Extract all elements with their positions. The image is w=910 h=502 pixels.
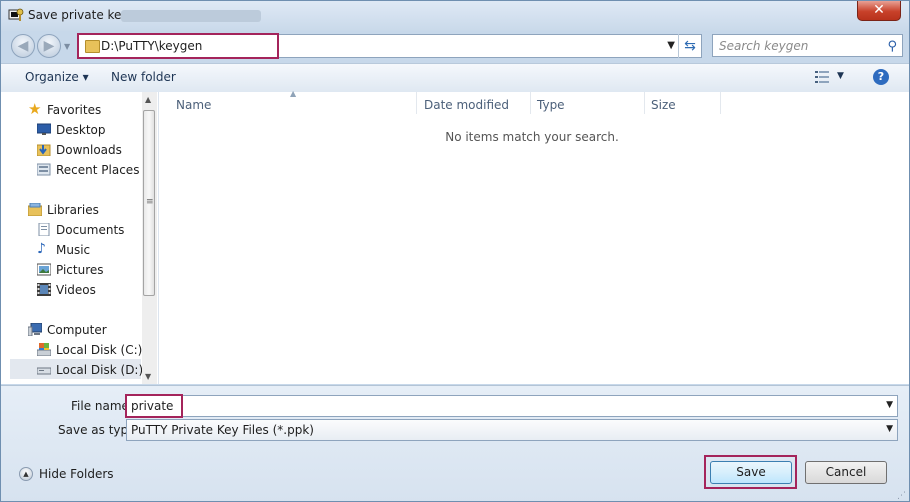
star-icon: ★: [28, 100, 42, 118]
address-path[interactable]: D:\PuTTY\keygen: [101, 39, 202, 53]
back-button[interactable]: ◀: [11, 34, 35, 58]
pictures-icon: [37, 263, 51, 276]
save-form: File name: private ▼ Save as type: PuTTY…: [1, 385, 909, 501]
column-header-date-modified[interactable]: Date modified: [424, 98, 509, 112]
save-dialog: Save private key as: ✕ ◀ ▶ ▼ D:\PuTTY\ke…: [0, 0, 910, 502]
help-icon[interactable]: ?: [873, 69, 889, 85]
scroll-down-icon[interactable]: ▼: [145, 372, 151, 381]
column-header-name[interactable]: Name: [176, 98, 211, 112]
scroll-up-icon[interactable]: ▲: [145, 95, 151, 104]
desktop-icon: [37, 123, 51, 135]
drive-c-icon: [37, 343, 51, 356]
file-list: ▲ Name Date modified Type Size No items …: [159, 89, 909, 384]
command-toolbar: Organize ▾ New folder ▼ ?: [1, 63, 909, 93]
downloads-icon: [37, 144, 51, 156]
file-name-value[interactable]: private: [131, 399, 173, 413]
recent-places-icon: [37, 163, 51, 176]
save-button[interactable]: Save: [710, 461, 792, 484]
arrow-right-icon: ▶: [43, 38, 55, 54]
file-name-dropdown-icon[interactable]: ▼: [886, 400, 893, 410]
documents-icon: [38, 223, 50, 236]
drive-d-icon: [37, 367, 51, 375]
organize-button[interactable]: Organize ▾: [25, 70, 89, 84]
search-input[interactable]: Search keygen ⚲: [712, 34, 903, 57]
file-name-label: File name:: [71, 399, 133, 413]
column-divider[interactable]: [720, 92, 721, 114]
grip-icon: ≡: [146, 197, 154, 207]
refresh-icon[interactable]: ⇆: [678, 34, 701, 58]
navigation-pane: ★ Favorites Desktop Downloads Recent Pla…: [1, 92, 159, 384]
save-as-type-value: PuTTY Private Key Files (*.ppk): [131, 423, 314, 437]
sort-ascending-icon: ▲: [290, 89, 297, 98]
recent-locations-dropdown[interactable]: ▼: [64, 42, 70, 51]
scroll-thumb[interactable]: ≡: [143, 110, 155, 296]
file-name-field[interactable]: private ▼: [125, 394, 898, 418]
column-header-size[interactable]: Size: [651, 98, 676, 112]
search-placeholder: Search keygen: [719, 39, 809, 53]
address-bar[interactable]: D:\PuTTY\keygen ▼ ⇆: [77, 33, 702, 59]
resize-grip-icon[interactable]: ⋰: [897, 491, 906, 501]
navigation-bar: ◀ ▶ ▼ D:\PuTTY\keygen ▼ ⇆ Search keygen …: [1, 31, 909, 61]
column-header-type[interactable]: Type: [537, 98, 565, 112]
close-button[interactable]: ✕: [857, 1, 901, 21]
column-divider[interactable]: [416, 92, 417, 114]
computer-icon: [28, 323, 42, 336]
new-folder-button[interactable]: New folder: [111, 70, 176, 84]
title-redacted-area: [121, 10, 261, 22]
column-divider[interactable]: [644, 92, 645, 114]
search-icon[interactable]: ⚲: [887, 39, 897, 54]
libraries-icon: [28, 203, 42, 216]
videos-icon: [37, 283, 51, 296]
cancel-button[interactable]: Cancel: [805, 461, 887, 484]
music-icon: ♪: [37, 241, 46, 257]
navigation-scrollbar[interactable]: ▲ ≡ ▼: [142, 92, 157, 384]
column-divider[interactable]: [530, 92, 531, 114]
views-dropdown-icon[interactable]: ▼: [837, 71, 844, 81]
hide-folders-label: Hide Folders: [39, 467, 114, 481]
folder-icon: [85, 40, 100, 53]
views-icon[interactable]: [815, 71, 829, 83]
address-dropdown-icon[interactable]: ▼: [667, 40, 675, 51]
title-bar: Save private key as: ✕: [1, 1, 909, 31]
forward-button[interactable]: ▶: [37, 34, 61, 58]
empty-folder-message: No items match your search.: [445, 130, 619, 144]
collapse-arrow-icon: ▲: [19, 467, 33, 481]
arrow-left-icon: ◀: [17, 38, 29, 54]
save-as-type-select[interactable]: PuTTY Private Key Files (*.ppk) ▼: [126, 419, 898, 441]
puttygen-app-icon: [8, 8, 24, 21]
chevron-down-icon[interactable]: ▼: [886, 424, 893, 434]
